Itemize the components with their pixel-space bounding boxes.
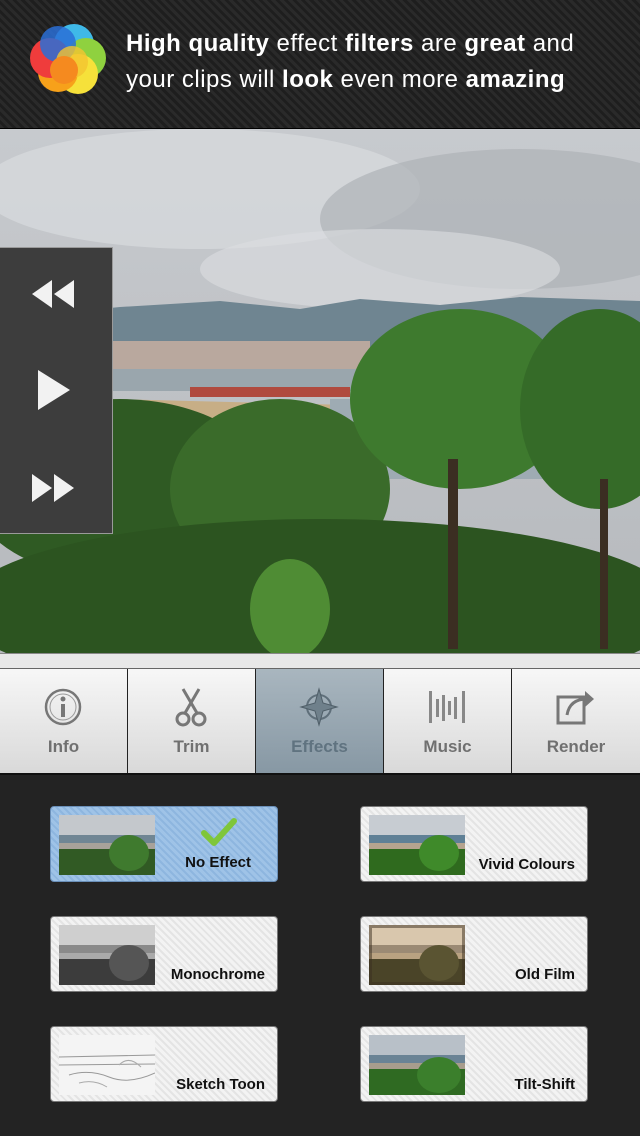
promo-banner: High quality effect filters are great an… [0,0,640,129]
effects-panel: No Effect Vivid Colours Monochrome Old F… [0,775,640,1136]
banner-headline: High quality effect filters are great an… [126,30,575,93]
effect-thumbnail [369,1035,465,1095]
effect-label: Vivid Colours [478,856,575,873]
effect-label: Sketch Toon [176,1076,265,1093]
tab-label: Music [423,737,472,756]
app-logo-icon [30,24,106,94]
effect-sketch-toon[interactable]: Sketch Toon [50,1026,278,1102]
equalizer-icon [429,691,465,723]
effect-thumbnail [59,815,155,875]
effect-monochrome[interactable]: Monochrome [50,916,278,992]
effect-thumbnail [369,925,465,985]
effect-thumbnail [59,925,155,985]
tab-trim[interactable]: Trim [128,669,255,773]
tab-label: Render [546,737,606,756]
effect-no-effect[interactable]: No Effect [50,806,278,882]
tab-label: Trim [173,737,210,756]
effect-thumbnail [59,1035,155,1095]
info-icon [44,688,82,726]
effect-label: Monochrome [170,966,265,983]
tab-label: Info [47,737,80,756]
fast-forward-icon[interactable] [28,466,78,510]
tab-info[interactable]: Info [0,669,127,773]
share-icon [556,691,594,725]
playback-controls [0,247,113,534]
effect-label: Tilt-Shift [514,1076,575,1093]
tab-music[interactable]: Music [384,669,511,773]
effect-label: No Effect [185,854,251,871]
effects-icon [299,687,339,727]
tab-bar: Info Trim Effects Music Render [0,669,640,773]
effect-thumbnail [369,815,465,875]
scissors-icon [175,688,207,727]
effect-old-film[interactable]: Old Film [360,916,588,992]
timeline-divider [0,653,640,669]
play-icon[interactable] [28,368,78,412]
tab-label: Effects [291,737,348,756]
effect-label: Old Film [515,966,575,983]
checkmark-icon [201,818,237,846]
tab-render[interactable]: Render [512,669,640,773]
tab-effects[interactable]: Effects [256,669,383,773]
effect-vivid-colours[interactable]: Vivid Colours [360,806,588,882]
effect-tilt-shift[interactable]: Tilt-Shift [360,1026,588,1102]
rewind-icon[interactable] [28,272,78,316]
